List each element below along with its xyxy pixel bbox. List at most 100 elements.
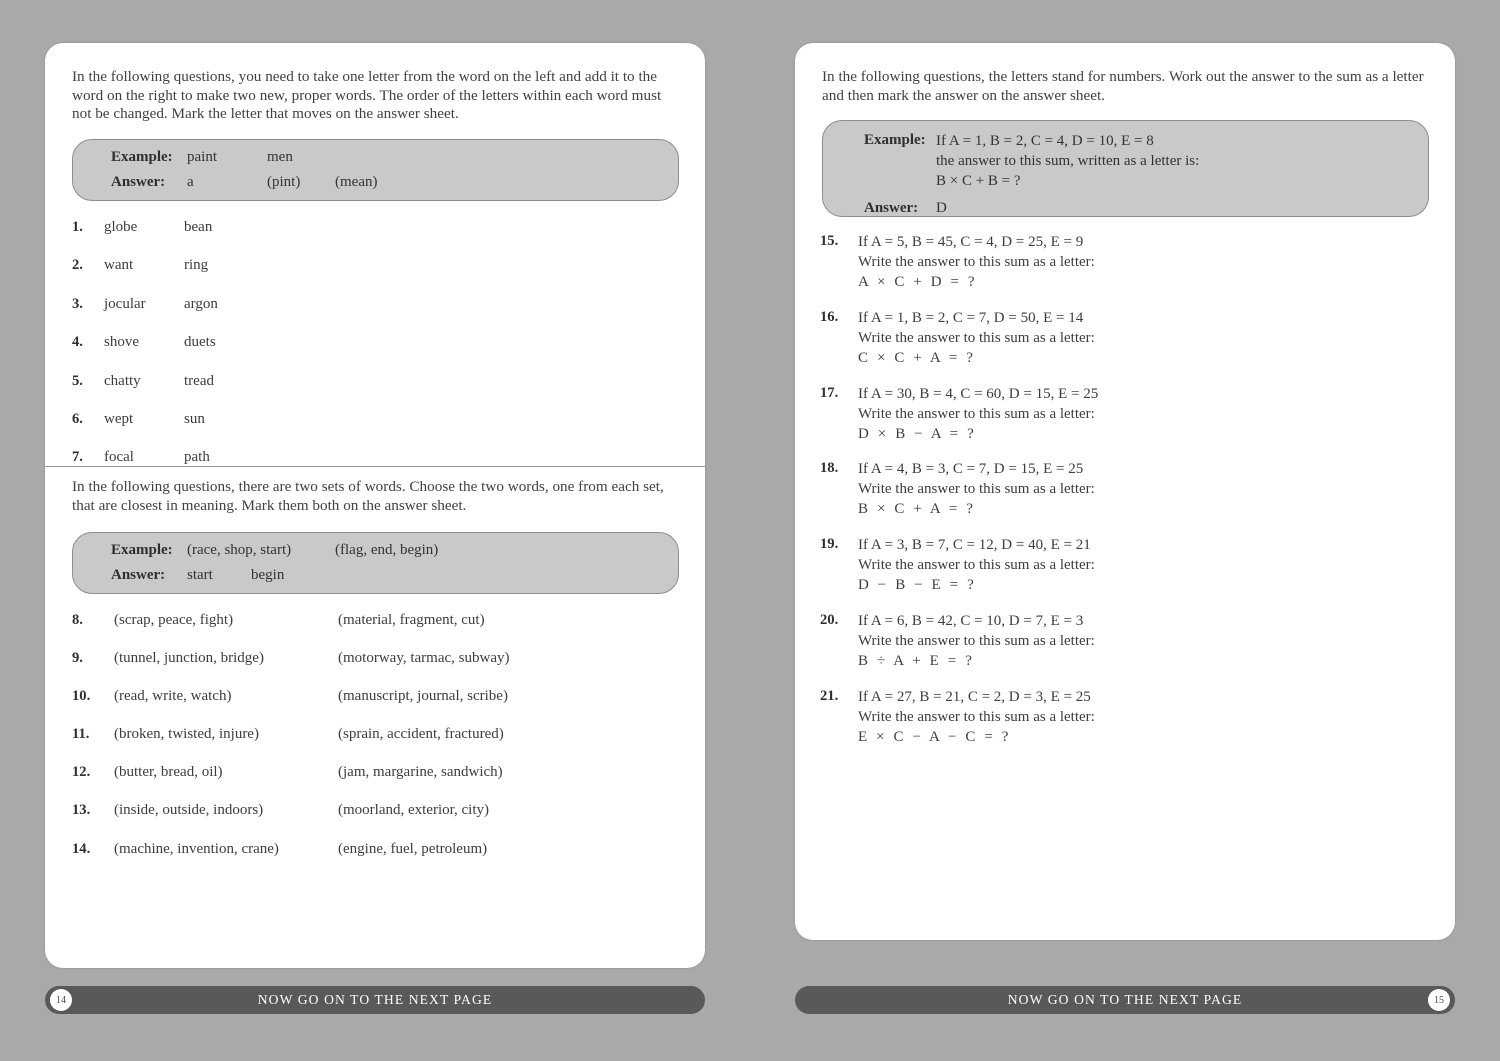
question-number: 10. <box>72 688 91 705</box>
word-right: argon <box>184 295 218 312</box>
word-set-left: (butter, bread, oil) <box>114 764 223 781</box>
sum-formula: E × C − A − C = ? <box>858 728 1012 745</box>
example-set-2: (flag, end, begin) <box>335 542 439 558</box>
sum-values: If A = 30, B = 4, C = 60, D = 15, E = 25 <box>858 385 1099 402</box>
word-right: path <box>184 449 210 466</box>
question-row-1[interactable]: 1. globe bean <box>72 219 672 236</box>
section-a-example-box: Example: paint men Answer: a (pint) (mea… <box>72 139 679 201</box>
question-row-17[interactable]: 17. If A = 30, B = 4, C = 60, D = 15, E … <box>820 385 1430 445</box>
question-number: 20. <box>820 612 839 629</box>
question-row-12[interactable]: 12. (butter, bread, oil) (jam, margarine… <box>72 764 692 781</box>
question-row-15[interactable]: 15. If A = 5, B = 45, C = 4, D = 25, E =… <box>820 233 1430 293</box>
sum-formula: D − B − E = ? <box>858 577 977 594</box>
word-left: globe <box>104 219 138 235</box>
word-right: bean <box>184 219 213 235</box>
word-set-right: (manuscript, journal, scribe) <box>338 688 508 705</box>
question-row-20[interactable]: 20. If A = 6, B = 42, C = 10, D = 7, E =… <box>820 612 1430 672</box>
question-row-3[interactable]: 3. jocular argon <box>72 296 672 313</box>
answer-label: Answer: <box>111 174 166 190</box>
answer-row: Answer: start begin <box>73 567 678 584</box>
question-number: 16. <box>820 308 839 325</box>
example-prompt-line: the answer to this sum, written as a let… <box>936 152 1200 169</box>
sum-prompt: Write the answer to this sum as a letter… <box>858 481 1095 498</box>
answer-label: Answer: <box>864 199 919 216</box>
example-set-1: (race, shop, start) <box>187 542 292 558</box>
question-row-18[interactable]: 18. If A = 4, B = 3, C = 7, D = 15, E = … <box>820 460 1430 520</box>
sum-values: If A = 6, B = 42, C = 10, D = 7, E = 3 <box>858 613 1084 630</box>
question-row-9[interactable]: 9. (tunnel, junction, bridge) (motorway,… <box>72 650 692 667</box>
sum-prompt: Write the answer to this sum as a letter… <box>858 329 1095 346</box>
word-set-left: (machine, invention, crane) <box>114 840 279 857</box>
example-row: Example: If A = 1, B = 2, C = 4, D = 10,… <box>823 132 1428 192</box>
section-a-instructions: In the following questions, you need to … <box>72 68 662 123</box>
footer-label: NOW GO ON TO THE NEXT PAGE <box>1007 992 1243 1007</box>
sum-prompt: Write the answer to this sum as a letter… <box>858 633 1095 649</box>
answer-label: Answer: <box>111 567 166 583</box>
sum-values: If A = 1, B = 2, C = 7, D = 50, E = 14 <box>858 309 1084 326</box>
question-number: 5. <box>72 372 83 389</box>
question-number: 3. <box>72 295 83 312</box>
word-set-left: (read, write, watch) <box>114 688 232 705</box>
question-row-14[interactable]: 14. (machine, invention, crane) (engine,… <box>72 841 692 858</box>
question-number: 18. <box>820 460 839 477</box>
question-number: 15. <box>820 233 839 249</box>
sum-formula: B ÷ A + E = ? <box>858 652 975 669</box>
answer-word-2: (mean) <box>335 174 378 190</box>
question-row-16[interactable]: 16. If A = 1, B = 2, C = 7, D = 50, E = … <box>820 309 1430 369</box>
question-number: 14. <box>72 840 91 857</box>
example-label: Example: <box>111 542 173 558</box>
footer-bar-right: NOW GO ON TO THE NEXT PAGE 15 <box>795 986 1455 1014</box>
question-row-21[interactable]: 21. If A = 27, B = 21, C = 2, D = 3, E =… <box>820 688 1430 748</box>
question-number: 11. <box>72 726 90 743</box>
word-right: tread <box>184 372 214 389</box>
example-label: Example: <box>111 149 173 165</box>
question-row-4[interactable]: 4. shove duets <box>72 334 672 351</box>
section-b-instructions: In the following questions, there are tw… <box>72 478 664 514</box>
question-number: 4. <box>72 334 83 351</box>
question-number: 9. <box>72 650 83 667</box>
example-values-line: If A = 1, B = 2, C = 4, D = 10, E = 8 <box>936 133 1154 149</box>
question-number: 19. <box>820 536 839 553</box>
example-row: Example: (race, shop, start) (flag, end,… <box>73 542 678 559</box>
question-row-11[interactable]: 11. (broken, twisted, injure) (sprain, a… <box>72 726 692 743</box>
word-left: jocular <box>104 295 146 312</box>
page-left: In the following questions, you need to … <box>45 43 705 968</box>
section-b-example-box: Example: (race, shop, start) (flag, end,… <box>72 532 679 594</box>
sum-values: If A = 27, B = 21, C = 2, D = 3, E = 25 <box>858 688 1091 705</box>
word-left: focal <box>104 449 134 466</box>
word-set-left: (scrap, peace, fight) <box>114 612 234 628</box>
question-row-5[interactable]: 5. chatty tread <box>72 373 672 390</box>
question-row-2[interactable]: 2. want ring <box>72 257 672 274</box>
question-row-10[interactable]: 10. (read, write, watch) (manuscript, jo… <box>72 688 692 705</box>
answer-row: Answer: a (pint) (mean) <box>73 174 678 191</box>
section-divider <box>45 466 705 467</box>
two-page-spread: In the following questions, you need to … <box>0 0 1500 1061</box>
sum-formula: D × B − A = ? <box>858 425 977 442</box>
sum-values: If A = 5, B = 45, C = 4, D = 25, E = 9 <box>858 234 1084 250</box>
question-number: 13. <box>72 802 91 819</box>
word-set-left: (tunnel, junction, bridge) <box>114 650 264 667</box>
word-set-right: (jam, margarine, sandwich) <box>338 764 503 781</box>
question-row-13[interactable]: 13. (inside, outside, indoors) (moorland… <box>72 802 692 819</box>
answer-letter: D <box>936 199 947 216</box>
word-right: sun <box>184 410 205 427</box>
word-right: duets <box>184 334 216 351</box>
answer-word-1: (pint) <box>267 174 301 190</box>
word-set-right: (sprain, accident, fractured) <box>338 726 504 743</box>
word-set-left: (broken, twisted, injure) <box>114 726 259 743</box>
question-row-19[interactable]: 19. If A = 3, B = 7, C = 12, D = 40, E =… <box>820 536 1430 596</box>
question-row-8[interactable]: 8. (scrap, peace, fight) (material, frag… <box>72 612 692 629</box>
answer-word-1: start <box>187 567 213 583</box>
word-set-right: (material, fragment, cut) <box>338 612 485 628</box>
sum-prompt: Write the answer to this sum as a letter… <box>858 253 1095 270</box>
answer-letter: a <box>187 174 194 190</box>
question-number: 12. <box>72 764 91 781</box>
word-left: shove <box>104 334 139 351</box>
section-a-question-list: 1. globe bean 2. want ring 3. jocular ar… <box>72 219 672 466</box>
question-row-6[interactable]: 6. wept sun <box>72 411 672 428</box>
example-formula-line: B × C + B = ? <box>936 172 1021 189</box>
sum-formula: C × C + A = ? <box>858 349 976 366</box>
word-set-right: (motorway, tarmac, subway) <box>338 650 510 667</box>
sum-values: If A = 4, B = 3, C = 7, D = 15, E = 25 <box>858 461 1084 478</box>
question-row-7[interactable]: 7. focal path <box>72 449 672 466</box>
